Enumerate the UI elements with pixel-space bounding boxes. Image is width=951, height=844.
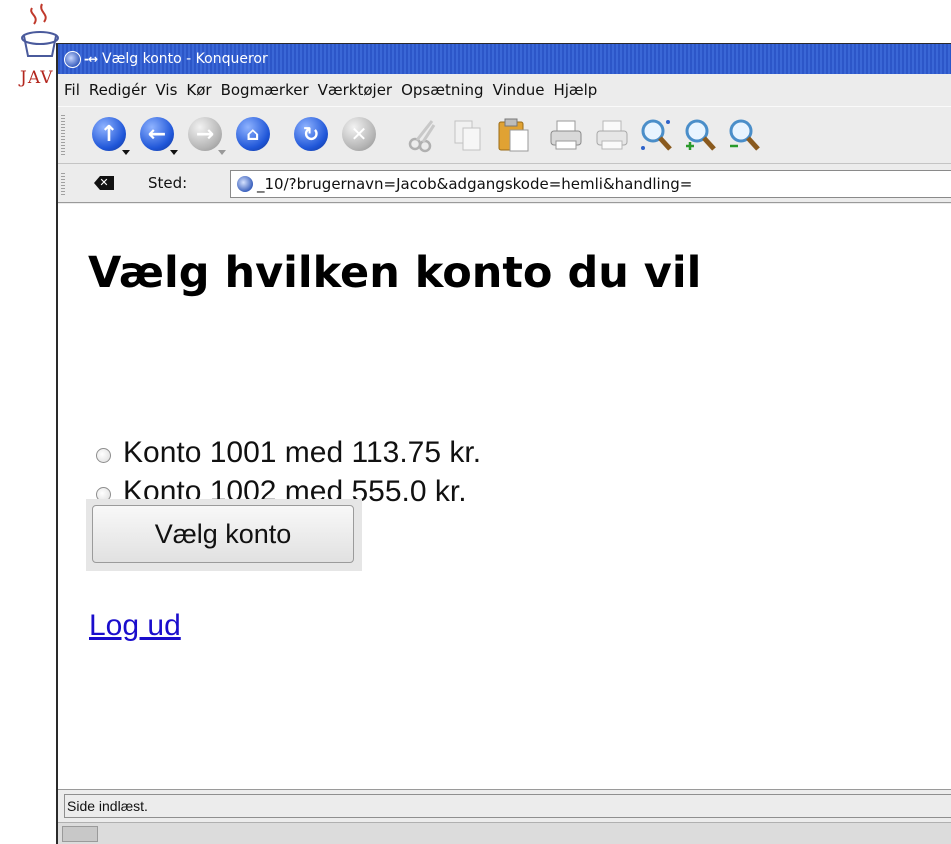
page-title: Vælg hvilken konto du vil (88, 248, 702, 298)
main-toolbar: ↑ ← → ⌂ ↻ ✕ (58, 106, 951, 164)
toolbar-grip[interactable] (61, 115, 65, 155)
menu-opsaetning[interactable]: Opsætning (392, 81, 483, 99)
locationbar-grip[interactable] (61, 173, 65, 195)
location-toolbar: ✕ Sted: _10/?brugernavn=Jacob&adgangskod… (58, 165, 951, 203)
menu-vindue[interactable]: Vindue (484, 81, 545, 99)
menu-vaerktojer[interactable]: Værktøjer (309, 81, 392, 99)
print-icon[interactable] (548, 117, 584, 153)
window-titlebar[interactable]: -↔ Vælg konto - Konqueror (58, 44, 951, 74)
cut-icon[interactable] (404, 117, 440, 153)
menu-vis[interactable]: Vis (146, 81, 177, 99)
logo-text: JAV (20, 68, 54, 88)
window-buttons[interactable]: -↔ (84, 52, 98, 66)
reload-icon[interactable]: ↻ (294, 117, 330, 153)
konqueror-app-icon[interactable] (64, 50, 81, 68)
horizontal-scrollbar[interactable] (58, 822, 951, 844)
stop-icon[interactable]: ✕ (342, 117, 378, 153)
status-text: Side indlæst. (64, 794, 951, 818)
web-page: Vælg hvilken konto du vil Konto 1001 med… (58, 204, 951, 789)
url-text: _10/?brugernavn=Jacob&adgangskode=hemli&… (257, 175, 693, 193)
page-favicon-icon (237, 176, 253, 192)
account-label: Konto 1001 med 113.75 kr. (123, 436, 482, 469)
window-title: Vælg konto - Konqueror (102, 51, 268, 67)
url-input[interactable]: _10/?brugernavn=Jacob&adgangskode=hemli&… (230, 170, 951, 198)
menu-rediger[interactable]: Redigér (80, 81, 147, 99)
menu-bogmaerker[interactable]: Bogmærker (212, 81, 309, 99)
up-arrow-icon[interactable]: ↑ (92, 117, 130, 155)
back-arrow-icon[interactable]: ← (140, 117, 178, 155)
menu-fil[interactable]: Fil (58, 81, 80, 99)
menubar: Fil Redigér Vis Kør Bogmærker Værktøjer … (58, 75, 951, 105)
scrollbar-thumb[interactable] (62, 826, 98, 842)
logout-link[interactable]: Log ud (89, 609, 181, 643)
zoom-icon[interactable] (638, 117, 674, 153)
menu-hjaelp[interactable]: Hjælp (544, 81, 597, 99)
location-label: Sted: (148, 174, 188, 192)
statusbar: Side indlæst. (58, 789, 951, 821)
copy-icon[interactable] (450, 117, 486, 153)
submit-button-area: Vælg konto (86, 499, 362, 571)
print-preview-icon[interactable] (594, 117, 630, 153)
browser-window: -↔ Vælg konto - Konqueror Fil Redigér Vi… (56, 43, 951, 844)
clear-location-icon[interactable]: ✕ (94, 176, 114, 190)
paste-icon[interactable] (496, 117, 532, 153)
zoom-in-icon[interactable] (682, 117, 718, 153)
zoom-out-icon[interactable] (726, 117, 762, 153)
menu-kor[interactable]: Kør (177, 81, 211, 99)
forward-arrow-icon[interactable]: → (188, 117, 226, 155)
account-radio[interactable] (96, 447, 111, 463)
account-option[interactable]: Konto 1001 med 113.75 kr. (96, 436, 481, 470)
choose-account-button[interactable]: Vælg konto (92, 505, 354, 563)
home-icon[interactable]: ⌂ (236, 117, 272, 153)
